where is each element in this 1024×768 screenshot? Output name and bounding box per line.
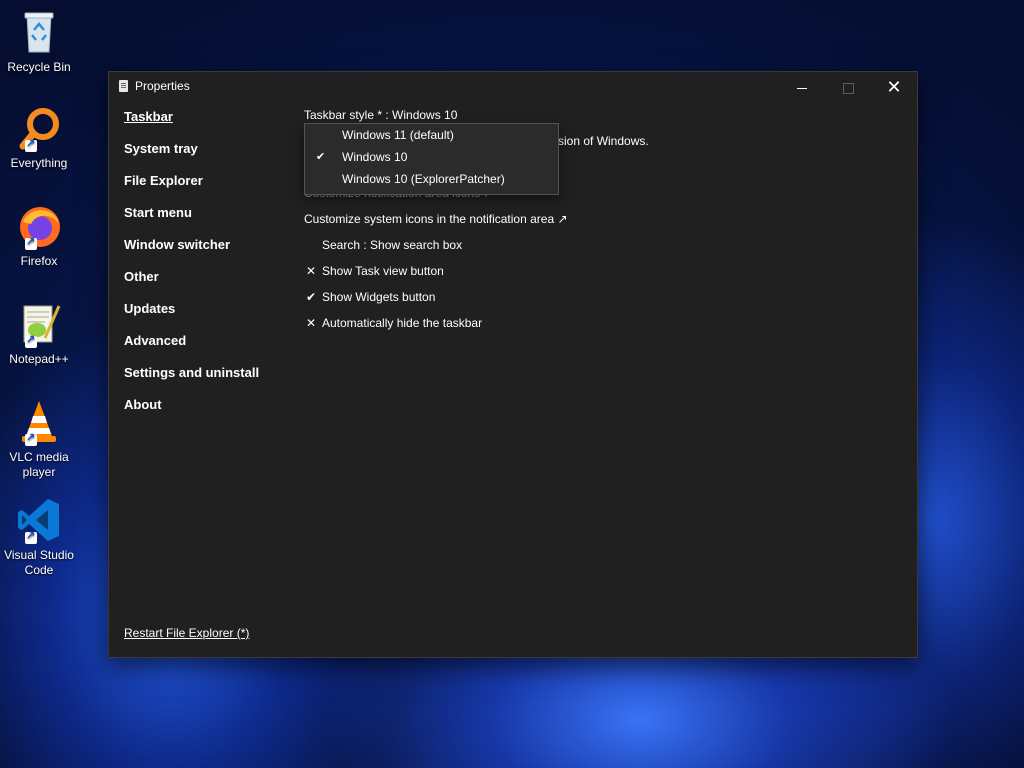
- shortcut-arrow-icon: [25, 333, 37, 348]
- minimize-button[interactable]: [779, 72, 825, 102]
- shortcut-arrow-icon: [25, 235, 37, 250]
- title-bar[interactable]: Properties ✕: [109, 72, 917, 102]
- taskbar-style-dropdown[interactable]: Windows 11 (default) ✔ Windows 10 Window…: [304, 123, 559, 195]
- shortcut-arrow-icon: [25, 137, 37, 152]
- dropdown-option-windows-10[interactable]: ✔ Windows 10: [305, 146, 558, 168]
- minimize-icon: [797, 87, 807, 89]
- customize-system-icons-link[interactable]: Customize system icons in the notificati…: [304, 209, 568, 229]
- firefox-icon: [15, 202, 63, 250]
- sidebar-item-system-tray[interactable]: System tray: [124, 139, 294, 171]
- desktop-icon-label: Recycle Bin: [7, 60, 71, 74]
- sidebar-nav: Taskbar System tray File Explorer Start …: [124, 107, 294, 427]
- desktop-icon-recycle-bin[interactable]: Recycle Bin: [2, 8, 76, 75]
- checkmark-icon: ✔: [305, 290, 317, 304]
- unchecked-x-icon: ✕: [305, 264, 317, 278]
- vlc-icon: [15, 398, 63, 446]
- autohide-taskbar-toggle[interactable]: ✕ Automatically hide the taskbar: [304, 313, 482, 333]
- desktop-icon-label: Firefox: [20, 254, 58, 268]
- desktop-icon-label: VLC media player: [9, 450, 69, 479]
- sidebar-item-updates[interactable]: Updates: [124, 299, 294, 331]
- widgets-toggle[interactable]: ✔ Show Widgets button: [304, 287, 435, 307]
- desktop-icon-label: Notepad++: [9, 352, 69, 366]
- desktop-icon-label: Visual Studio Code: [4, 548, 74, 577]
- desktop-icon-vlc[interactable]: VLC media player: [2, 398, 76, 480]
- taskbar-style-setting[interactable]: Taskbar style * : Windows 10: [304, 105, 457, 125]
- checkmark-icon: ✔: [316, 151, 326, 163]
- shortcut-arrow-icon: [25, 431, 37, 446]
- restart-file-explorer-link[interactable]: Restart File Explorer (*): [124, 626, 249, 640]
- everything-search-icon: [15, 104, 63, 152]
- widgets-label: Show Widgets button: [322, 290, 436, 304]
- close-icon: ✕: [886, 77, 902, 97]
- dropdown-option-windows-10-explorerpatcher[interactable]: Windows 10 (ExplorerPatcher): [305, 168, 558, 190]
- task-view-toggle[interactable]: ✕ Show Task view button: [304, 261, 444, 281]
- vscode-icon: [15, 496, 63, 544]
- maximize-button[interactable]: [825, 72, 871, 102]
- search-box-setting[interactable]: Search : Show search box: [322, 235, 462, 255]
- recycle-bin-icon: [15, 8, 63, 56]
- desktop-icon-notepadpp[interactable]: Notepad++: [2, 300, 76, 367]
- notepadpp-icon: [15, 300, 63, 348]
- shortcut-arrow-icon: [25, 529, 37, 544]
- app-icon: [119, 80, 128, 92]
- desktop-icon-everything[interactable]: Everything: [2, 104, 76, 171]
- maximize-icon: [842, 82, 854, 94]
- desktop-icon-label: Everything: [10, 156, 68, 170]
- sidebar-item-start-menu[interactable]: Start menu: [124, 203, 294, 235]
- desktop-icon-vscode[interactable]: Visual Studio Code: [2, 496, 76, 578]
- sidebar-item-window-switcher[interactable]: Window switcher: [124, 235, 294, 267]
- close-button[interactable]: ✕: [871, 72, 917, 102]
- option-label: Windows 10 (ExplorerPatcher): [342, 172, 505, 186]
- setting-description: sion of Windows.: [558, 134, 649, 148]
- properties-window: Properties ✕ Taskbar System tray File Ex…: [108, 71, 918, 658]
- sidebar-item-about[interactable]: About: [124, 395, 294, 427]
- sidebar-item-taskbar[interactable]: Taskbar: [124, 107, 294, 139]
- window-title: Properties: [135, 79, 190, 93]
- sidebar-item-settings-and-uninstall[interactable]: Settings and uninstall: [124, 363, 294, 395]
- sidebar-item-other[interactable]: Other: [124, 267, 294, 299]
- autohide-label: Automatically hide the taskbar: [322, 316, 483, 330]
- task-view-label: Show Task view button: [322, 264, 444, 278]
- option-label: Windows 11 (default): [342, 128, 454, 142]
- dropdown-option-windows-11[interactable]: Windows 11 (default): [305, 124, 558, 146]
- desktop-icon-firefox[interactable]: Firefox: [2, 202, 76, 269]
- unchecked-x-icon: ✕: [305, 316, 317, 330]
- sidebar-item-file-explorer[interactable]: File Explorer: [124, 171, 294, 203]
- option-label: Windows 10: [342, 150, 408, 164]
- sidebar-item-advanced[interactable]: Advanced: [124, 331, 294, 363]
